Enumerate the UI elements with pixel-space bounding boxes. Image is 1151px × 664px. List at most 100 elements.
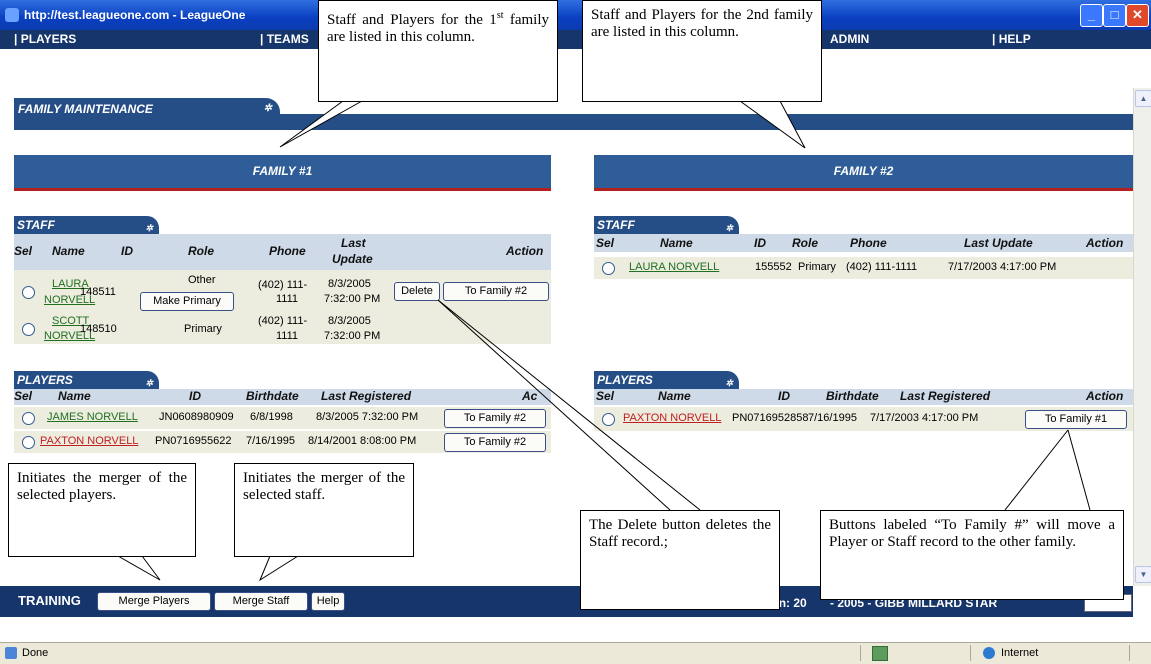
vertical-scrollbar[interactable]: ▲ ▼ [1133, 88, 1151, 586]
callout-family2: Staff and Players for the 2nd family are… [582, 0, 822, 102]
to-family-2-button[interactable]: To Family #2 [443, 282, 549, 301]
player-birthdate: 7/16/1995 [246, 435, 295, 447]
player-name-link[interactable]: PAXTON NORVELL [623, 412, 721, 424]
family2-staff-columns: Sel Name ID Role Phone Last Update Actio… [594, 234, 1133, 252]
status-text: Done [22, 647, 49, 659]
staff-role: Primary [798, 261, 836, 273]
player-birthdate: 6/8/1998 [250, 411, 293, 423]
family2-player-columns: Sel Name ID Birthdate Last Registered Ac… [594, 389, 1133, 405]
delete-button[interactable]: Delete [394, 282, 440, 301]
col-name: Name [660, 236, 693, 250]
family1-staff-header: STAFF ✲ [14, 216, 159, 234]
family1-staff-label: STAFF [17, 218, 55, 232]
col-sel: Sel [596, 389, 615, 403]
merge-players-button[interactable]: Merge Players [97, 592, 211, 611]
col-phone: Phone [850, 236, 887, 250]
main-nav: | PLAYERS | TEAMS ADMIN | HELP [0, 30, 1151, 49]
staff-phone: 1111 [276, 293, 299, 305]
staff-phone: 1111 [276, 330, 299, 342]
help-button[interactable]: Help [311, 592, 345, 611]
col-id: ID [121, 244, 133, 258]
col-phone: Phone [269, 244, 306, 258]
merge-staff-button[interactable]: Merge Staff [214, 592, 308, 611]
player-last-registered: 8/3/2005 7:32:00 PM [316, 411, 419, 423]
family1-header: FAMILY #1 [14, 155, 551, 191]
col-last-registered: Last Registered [900, 389, 991, 403]
col-action: Ac [522, 389, 538, 403]
select-radio[interactable] [602, 262, 615, 275]
staff-role: Primary [184, 323, 222, 335]
col-update: Update [332, 252, 373, 266]
player-last-registered: 8/14/2001 8:08:00 PM [308, 435, 417, 447]
staff-phone: (402) 111-1111 [846, 261, 918, 273]
staff-role: Other [188, 274, 216, 286]
col-action: Action [1086, 236, 1124, 250]
callout-family1-text: Staff and Players for the 1 [327, 12, 497, 28]
col-role: Role [188, 244, 215, 258]
select-radio[interactable] [22, 286, 35, 299]
select-radio[interactable] [22, 412, 35, 425]
col-birthdate: Birthdate [246, 389, 299, 403]
callout-delete: The Delete button deletes the Staff reco… [580, 510, 780, 610]
player-id: PN0716955622 [155, 435, 232, 447]
table-row: LAURA NORVELL 155552 Primary (402) 111-1… [594, 257, 1133, 279]
select-radio[interactable] [22, 436, 35, 449]
col-action: Action [506, 244, 544, 258]
status-bar: Done Internet [0, 642, 1151, 664]
family2-players-header: PLAYERS ✲ [594, 371, 739, 389]
col-name: Name [58, 389, 91, 403]
close-icon[interactable]: ✕ [1126, 4, 1149, 27]
make-primary-button[interactable]: Make Primary [140, 292, 234, 311]
family2-header: FAMILY #2 [594, 155, 1133, 191]
family1-players-header: PLAYERS ✲ [14, 371, 159, 389]
nav-admin[interactable]: ADMIN [830, 32, 869, 46]
col-action: Action [1086, 389, 1124, 403]
callout-merge-players: Initiates the merger of the selected pla… [8, 463, 196, 557]
ie-icon [5, 8, 19, 22]
staff-date: 8/3/2005 [328, 315, 371, 327]
staff-phone: (402) 111- [258, 279, 308, 291]
maximize-icon[interactable]: □ [1103, 4, 1126, 27]
nav-help[interactable]: | HELP [992, 32, 1031, 46]
player-birthdate: 7/16/1995 [808, 412, 857, 424]
player-id: JN0608980909 [159, 411, 234, 423]
staff-last-update: 7/17/2003 4:17:00 PM [948, 261, 1057, 273]
col-last-update: Last Update [964, 236, 1033, 250]
player-name-link[interactable]: PAXTON NORVELL [40, 435, 138, 447]
select-radio[interactable] [602, 413, 615, 426]
select-radio[interactable] [22, 323, 35, 336]
training-label: TRAINING [18, 593, 81, 608]
callout-family1: Staff and Players for the 1st family are… [318, 0, 558, 102]
security-icon [872, 646, 888, 661]
player-id: PN0716952858 [732, 412, 809, 424]
staff-id: 148510 [80, 323, 117, 335]
scroll-up-icon[interactable]: ▲ [1135, 90, 1151, 107]
family1-players-label: PLAYERS [17, 373, 73, 387]
window-title: http://test.leagueone.com - LeagueOne [24, 8, 246, 22]
nav-teams[interactable]: | TEAMS [260, 32, 309, 46]
col-name: Name [52, 244, 85, 258]
col-id: ID [189, 389, 201, 403]
col-sel: Sel [14, 244, 33, 258]
to-family-2-button[interactable]: To Family #2 [444, 409, 546, 428]
col-role: Role [792, 236, 819, 250]
player-name-link[interactable]: JAMES NORVELL [47, 411, 138, 423]
col-birthdate: Birthdate [826, 389, 879, 403]
col-last: Last [341, 236, 366, 250]
to-family-2-button[interactable]: To Family #2 [444, 433, 546, 452]
to-family-1-button[interactable]: To Family #1 [1025, 410, 1127, 429]
staff-time: 7:32:00 PM [324, 330, 381, 342]
staff-time: 7:32:00 PM [324, 293, 381, 305]
family1-player-columns: Sel Name ID Birthdate Last Registered Ac [14, 389, 551, 405]
player-last-registered: 7/17/2003 4:17:00 PM [870, 412, 979, 424]
family1-staff-columns: Sel Name ID Role Phone Last Update Actio… [14, 234, 551, 270]
globe-icon [983, 647, 995, 659]
page-tab-bar [14, 114, 1133, 130]
col-sel: Sel [596, 236, 615, 250]
scroll-down-icon[interactable]: ▼ [1135, 566, 1151, 583]
col-last-registered: Last Registered [321, 389, 412, 403]
minimize-icon[interactable]: _ [1080, 4, 1103, 27]
staff-name-link[interactable]: LAURA NORVELL [629, 261, 719, 273]
page-icon [5, 647, 17, 659]
nav-players[interactable]: | PLAYERS [14, 32, 76, 46]
